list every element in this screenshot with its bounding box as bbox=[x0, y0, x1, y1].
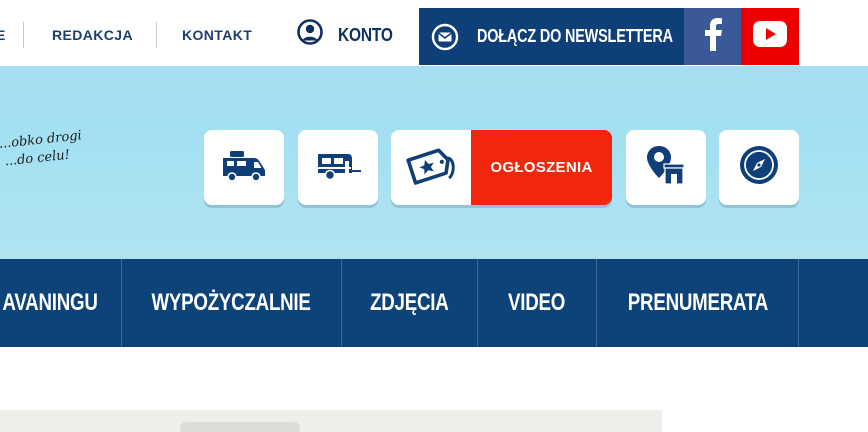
nav-item-label: ZDJĘCIA bbox=[370, 289, 449, 316]
ads-icon-box bbox=[391, 130, 471, 205]
account-link[interactable]: KONTO bbox=[296, 18, 402, 53]
user-icon bbox=[296, 18, 324, 53]
topnav-link-kontakt[interactable]: KONTAKT bbox=[182, 26, 252, 44]
divider bbox=[156, 22, 157, 48]
caravan-trailer-icon bbox=[314, 148, 362, 187]
camper-category-tile[interactable] bbox=[204, 130, 284, 205]
compass-icon bbox=[738, 144, 780, 191]
vehicle-roof-shape bbox=[180, 422, 300, 432]
ads-category-tile[interactable]: OGŁOSZENIA bbox=[391, 130, 612, 205]
divider bbox=[23, 22, 24, 48]
nav-item-label: PRENUMERATA bbox=[627, 289, 768, 316]
nav-item-label: AVANINGU bbox=[2, 289, 99, 316]
nav-item-label: VIDEO bbox=[508, 289, 566, 316]
main-navigation: AVANINGU WYPOŻYCZALNIE ZDJĘCIA VIDEO PRE… bbox=[0, 259, 868, 347]
topnav-link-truncated[interactable]: E bbox=[0, 26, 6, 44]
facebook-icon bbox=[702, 17, 724, 56]
facebook-button[interactable] bbox=[684, 8, 741, 65]
newsletter-label: DOŁĄCZ DO NEWSLETTERA bbox=[477, 26, 673, 46]
article-image[interactable] bbox=[0, 410, 662, 432]
caravan-category-tile[interactable] bbox=[298, 130, 378, 205]
location-pin-building-icon bbox=[644, 144, 688, 191]
top-bar: E REDAKCJA KONTAKT KONTO DOŁĄCZ DO NEWSL… bbox=[0, 0, 868, 66]
nav-item-photos[interactable]: ZDJĘCIA bbox=[342, 259, 478, 347]
nav-item-rentals[interactable]: WYPOŻYCZALNIE bbox=[122, 259, 342, 347]
topnav-link-redakcja[interactable]: REDAKCJA bbox=[52, 26, 133, 44]
envelope-icon bbox=[431, 23, 459, 51]
newsletter-button[interactable]: DOŁĄCZ DO NEWSLETTERA bbox=[419, 8, 684, 65]
camper-van-icon bbox=[221, 148, 267, 187]
guide-category-tile[interactable] bbox=[719, 130, 799, 205]
ad-ticket-icon bbox=[403, 144, 459, 191]
places-category-tile[interactable] bbox=[626, 130, 706, 205]
youtube-icon bbox=[753, 21, 787, 52]
nav-item-subscription[interactable]: PRENUMERATA bbox=[597, 259, 799, 347]
account-label: KONTO bbox=[338, 24, 393, 45]
ads-label: OGŁOSZENIA bbox=[471, 130, 612, 205]
nav-item-label: WYPOŻYCZALNIE bbox=[151, 289, 312, 316]
nav-item-caravaning[interactable]: AVANINGU bbox=[0, 259, 122, 347]
youtube-button[interactable] bbox=[741, 8, 799, 65]
nav-item-video[interactable]: VIDEO bbox=[478, 259, 597, 347]
